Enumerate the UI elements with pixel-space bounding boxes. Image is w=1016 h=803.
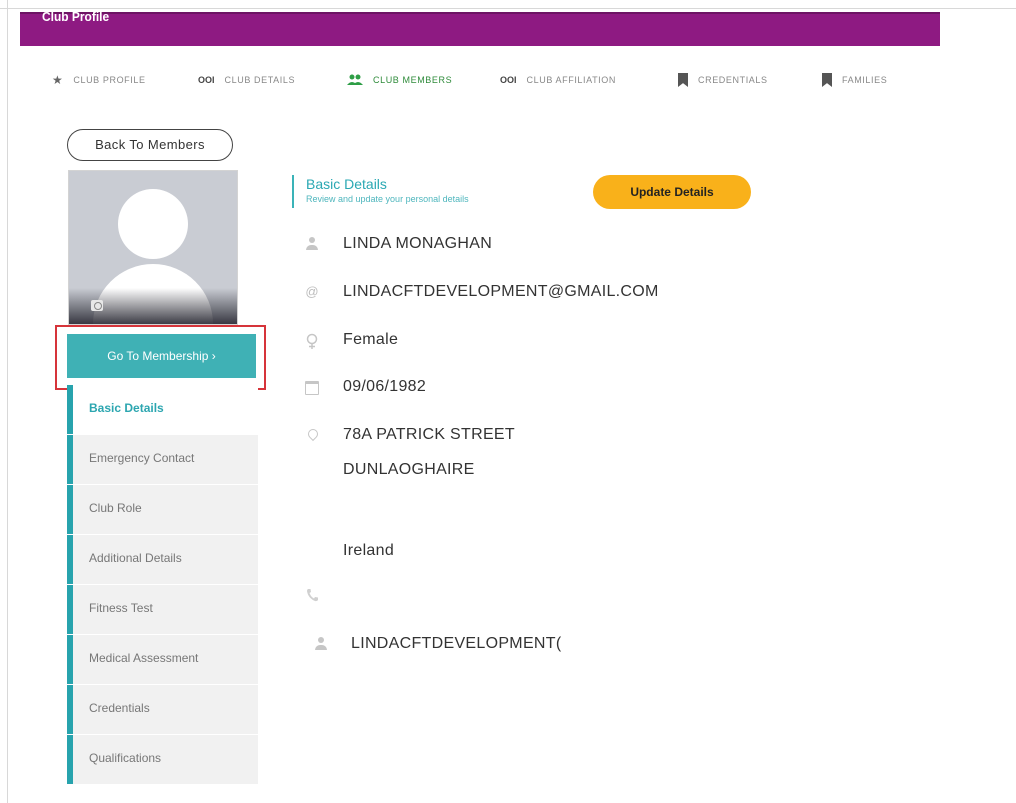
side-item-qualifications[interactable]: Qualifications (67, 735, 258, 784)
tab-label: FAMILIES (842, 75, 888, 85)
update-details-button[interactable]: Update Details (593, 175, 751, 209)
tab-label: CREDENTIALS (698, 75, 768, 85)
username-icon (314, 637, 328, 651)
side-menu: Basic Details Emergency Contact Club Rol… (67, 385, 258, 785)
address-line-2: DUNLAOGHAIRE (343, 461, 475, 478)
tab-club-details[interactable]: OOI CLUB DETAILS (198, 70, 295, 90)
member-gender: Female (343, 331, 399, 348)
section-subtitle: Review and update your personal details (306, 194, 469, 204)
page-title: Club Profile (42, 9, 110, 24)
side-item-club-role[interactable]: Club Role (67, 485, 258, 534)
phone-icon (305, 588, 319, 602)
calendar-icon (305, 381, 319, 395)
star-icon: ★ (52, 73, 64, 87)
side-item-medical-assessment[interactable]: Medical Assessment (67, 635, 258, 684)
tab-label: CLUB PROFILE (73, 75, 146, 85)
go-to-membership-button[interactable]: Go To Membership › (67, 334, 256, 378)
address-country: Ireland (343, 542, 395, 559)
window-frame-top (0, 8, 1016, 9)
avatar (68, 170, 238, 325)
tab-club-affiliation[interactable]: OOI CLUB AFFILIATION (500, 70, 616, 90)
member-email: LINDACFTDEVELOPMENT@GMAIL.COM (343, 283, 659, 300)
tab-label: CLUB DETAILS (224, 75, 296, 85)
member-dob: 09/06/1982 (343, 378, 427, 395)
side-item-additional-details[interactable]: Additional Details (67, 535, 258, 584)
bookmark-icon (678, 73, 688, 87)
camera-icon[interactable] (91, 300, 103, 311)
window-frame-left (7, 0, 8, 803)
ooi-icon: OOI (198, 75, 215, 85)
back-to-members-button[interactable]: Back To Members (67, 129, 233, 161)
section-header: Basic Details Review and update your per… (292, 175, 469, 208)
location-icon (305, 429, 319, 443)
member-name: LINDA MONAGHAN (343, 235, 493, 252)
tab-label: CLUB AFFILIATION (526, 75, 616, 85)
header-bar (20, 12, 940, 46)
gender-icon (305, 333, 319, 349)
members-icon (347, 74, 363, 86)
bookmark-icon (822, 73, 832, 87)
address-line-1: 78A PATRICK STREET (343, 426, 515, 443)
email-icon: @ (305, 284, 319, 299)
tab-label: CLUB MEMBERS (373, 75, 453, 85)
tab-club-members[interactable]: CLUB MEMBERS (347, 70, 452, 90)
side-item-emergency-contact[interactable]: Emergency Contact (67, 435, 258, 484)
avatar-head (118, 189, 188, 259)
tab-club-profile[interactable]: ★ CLUB PROFILE (52, 70, 146, 90)
tab-credentials[interactable]: CREDENTIALS (678, 70, 768, 90)
side-item-credentials[interactable]: Credentials (67, 685, 258, 734)
tab-families[interactable]: FAMILIES (822, 70, 887, 90)
section-title: Basic Details (306, 176, 387, 192)
side-item-fitness-test[interactable]: Fitness Test (67, 585, 258, 634)
person-icon (305, 237, 319, 251)
member-username: LINDACFTDEVELOPMENT( (351, 635, 562, 652)
side-item-basic-details[interactable]: Basic Details (67, 385, 258, 434)
ooi-icon: OOI (500, 75, 517, 85)
